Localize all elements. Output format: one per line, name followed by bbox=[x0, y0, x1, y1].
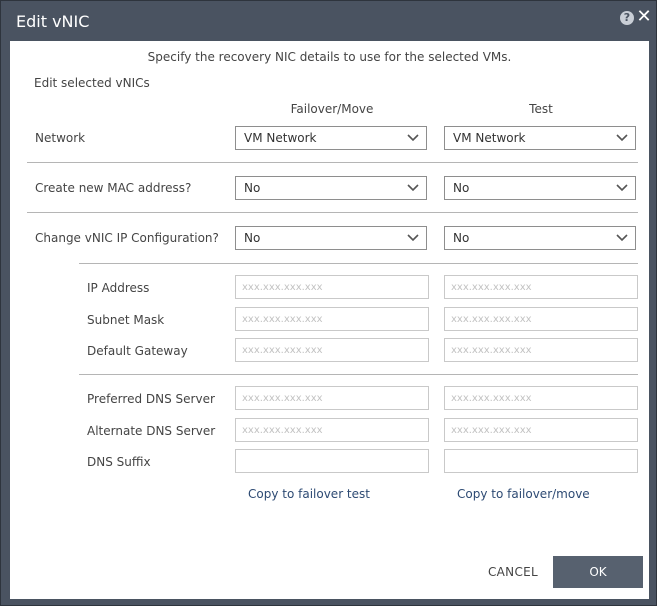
default-gateway-test-input[interactable] bbox=[444, 338, 638, 362]
mac-failover-select[interactable]: No bbox=[235, 176, 427, 200]
network-label: Network bbox=[35, 131, 86, 145]
preferred-dns-test-input[interactable] bbox=[444, 386, 638, 410]
mac-test-select[interactable]: No bbox=[444, 176, 636, 200]
ip-config-test-select[interactable]: No bbox=[444, 226, 636, 250]
chevron-down-icon bbox=[407, 230, 421, 246]
default-gateway-failover-input[interactable] bbox=[235, 338, 429, 362]
chevron-down-icon bbox=[616, 180, 630, 196]
dns-suffix-failover-input[interactable] bbox=[235, 449, 429, 473]
mac-test-value: No bbox=[453, 181, 470, 195]
alternate-dns-label: Alternate DNS Server bbox=[87, 424, 216, 438]
divider bbox=[27, 212, 638, 213]
chevron-down-icon bbox=[407, 130, 421, 146]
ip-address-test-input[interactable] bbox=[444, 275, 638, 299]
network-test-select[interactable]: VM Network bbox=[444, 126, 636, 150]
column-header-test: Test bbox=[529, 102, 553, 116]
help-icon[interactable]: ? bbox=[620, 11, 634, 25]
dns-suffix-label: DNS Suffix bbox=[87, 455, 151, 469]
copy-to-failover-test-link[interactable]: Copy to failover test bbox=[248, 487, 370, 501]
ip-config-test-value: No bbox=[453, 231, 470, 245]
subnet-mask-failover-input[interactable] bbox=[235, 307, 429, 331]
default-gateway-label: Default Gateway bbox=[87, 344, 188, 358]
dialog-titlebar: Edit vNIC ? ✕ bbox=[1, 1, 656, 41]
edit-vnic-dialog: Edit vNIC ? ✕ Specify the recovery NIC d… bbox=[0, 0, 657, 606]
alternate-dns-test-input[interactable] bbox=[444, 418, 638, 442]
close-icon[interactable]: ✕ bbox=[636, 8, 652, 26]
dialog-title: Edit vNIC bbox=[16, 12, 90, 31]
alternate-dns-failover-input[interactable] bbox=[235, 418, 429, 442]
ip-config-label: Change vNIC IP Configuration? bbox=[35, 231, 219, 245]
copy-to-failover-move-link[interactable]: Copy to failover/move bbox=[457, 487, 590, 501]
network-test-value: VM Network bbox=[453, 131, 526, 145]
instruction-text: Specify the recovery NIC details to use … bbox=[147, 50, 512, 64]
mac-failover-value: No bbox=[244, 181, 261, 195]
subnet-mask-label: Subnet Mask bbox=[87, 313, 165, 327]
dns-suffix-test-input[interactable] bbox=[444, 449, 638, 473]
divider bbox=[79, 263, 638, 264]
ip-config-failover-select[interactable]: No bbox=[235, 226, 427, 250]
preferred-dns-failover-input[interactable] bbox=[235, 386, 429, 410]
chevron-down-icon bbox=[616, 130, 630, 146]
divider bbox=[79, 374, 638, 375]
divider bbox=[27, 162, 638, 163]
cancel-button[interactable]: CANCEL bbox=[480, 556, 546, 588]
ip-address-failover-input[interactable] bbox=[235, 275, 429, 299]
mac-label: Create new MAC address? bbox=[35, 181, 192, 195]
ok-button[interactable]: OK bbox=[553, 556, 643, 588]
chevron-down-icon bbox=[407, 180, 421, 196]
ip-config-failover-value: No bbox=[244, 231, 261, 245]
column-header-failover: Failover/Move bbox=[290, 102, 374, 116]
ip-address-label: IP Address bbox=[87, 281, 150, 295]
preferred-dns-label: Preferred DNS Server bbox=[87, 392, 215, 406]
chevron-down-icon bbox=[616, 230, 630, 246]
dialog-content: Specify the recovery NIC details to use … bbox=[10, 41, 649, 599]
network-failover-select[interactable]: VM Network bbox=[235, 126, 427, 150]
subnet-mask-test-input[interactable] bbox=[444, 307, 638, 331]
section-label: Edit selected vNICs bbox=[34, 76, 150, 90]
network-failover-value: VM Network bbox=[244, 131, 317, 145]
